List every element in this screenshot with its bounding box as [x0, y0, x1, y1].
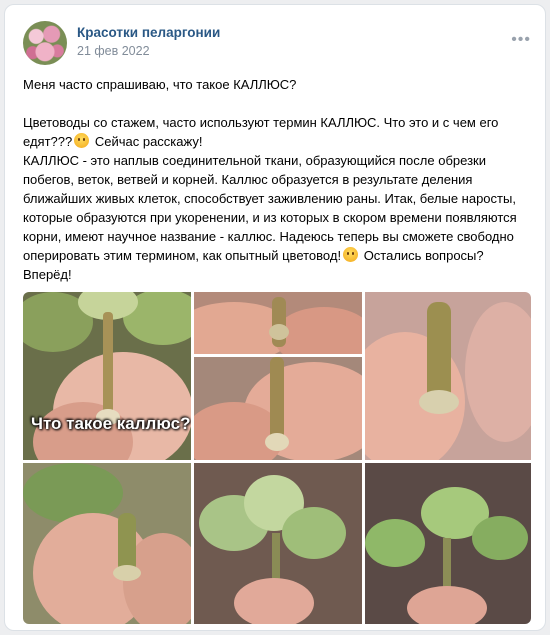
- post-text-line: Цветоводы со стажем, часто используют те…: [23, 115, 499, 149]
- photo-7[interactable]: [194, 463, 362, 624]
- photo-gallery: Что такое каллюс?: [23, 292, 531, 624]
- photo-3[interactable]: [365, 292, 531, 460]
- post-text: Меня часто спрашиваю, что такое КАЛЛЮС? …: [23, 75, 533, 284]
- photo-6[interactable]: [23, 463, 191, 624]
- photo-4[interactable]: [194, 357, 362, 460]
- post-date[interactable]: 21 фев 2022: [77, 44, 150, 58]
- more-dots-icon[interactable]: •••: [511, 31, 531, 49]
- post-text-line: КАЛЛЮС - это наплыв соединительной ткани…: [23, 153, 517, 282]
- photo-1[interactable]: Что такое каллюс?: [23, 292, 191, 460]
- community-name[interactable]: Красотки пеларгонии: [77, 25, 220, 40]
- photo-8[interactable]: [365, 463, 531, 624]
- winking-emoji-icon: [343, 247, 359, 262]
- grinning-emoji-icon: [74, 133, 90, 148]
- post-card: Красотки пеларгонии 21 фев 2022 ••• Меня…: [4, 4, 546, 631]
- post-text-line: Меня часто спрашиваю, что такое КАЛЛЮС?: [23, 77, 297, 92]
- overlay-text: Что такое каллюс?: [31, 414, 191, 433]
- photo-2[interactable]: [194, 292, 362, 354]
- community-avatar[interactable]: [23, 21, 67, 65]
